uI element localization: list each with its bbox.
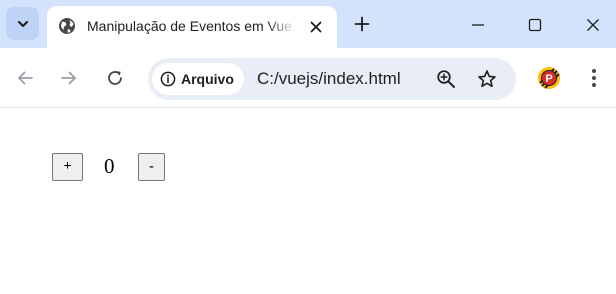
- plus-icon: [354, 16, 370, 32]
- maximize-icon: [528, 18, 542, 32]
- bookmark-button[interactable]: [475, 67, 499, 91]
- close-icon: [310, 21, 322, 33]
- site-info-chip[interactable]: Arquivo: [152, 63, 244, 95]
- url-text[interactable]: C:/vuejs/index.html: [257, 69, 401, 89]
- decrement-button[interactable]: -: [138, 153, 165, 181]
- address-bar[interactable]: Arquivo C:/vuejs/index.html: [148, 58, 516, 100]
- info-icon: [160, 71, 176, 87]
- tab-close-button[interactable]: [306, 17, 326, 37]
- page-content: + 0 -: [0, 109, 616, 294]
- browser-toolbar: Arquivo C:/vuejs/index.html P: [0, 48, 616, 108]
- minimize-button[interactable]: [463, 10, 493, 40]
- zoom-button[interactable]: [434, 67, 458, 91]
- star-icon: [478, 70, 496, 88]
- close-icon: [587, 19, 599, 31]
- increment-button[interactable]: +: [52, 153, 83, 181]
- extension-icon[interactable]: P: [537, 66, 561, 90]
- reload-button[interactable]: [103, 66, 127, 90]
- chevron-down-icon: [17, 20, 28, 27]
- maximize-button[interactable]: [520, 10, 550, 40]
- arrow-right-icon: [61, 71, 76, 85]
- new-tab-button[interactable]: [352, 14, 372, 34]
- more-vertical-icon: [592, 69, 596, 87]
- extension-badge-text: P: [545, 73, 552, 85]
- globe-icon: [59, 18, 75, 34]
- reload-icon: [108, 71, 122, 85]
- minimize-icon: [472, 24, 484, 26]
- zoom-in-icon: [437, 70, 455, 88]
- back-button[interactable]: [13, 66, 37, 90]
- security-label: Arquivo: [181, 71, 234, 87]
- tab-search-button[interactable]: [6, 7, 39, 40]
- browser-titlebar: Manipulação de Eventos em Vue.js: [0, 0, 616, 48]
- browser-menu-button[interactable]: [584, 66, 604, 90]
- close-window-button[interactable]: [578, 10, 608, 40]
- arrow-left-icon: [18, 71, 33, 85]
- browser-tab-active[interactable]: Manipulação de Eventos em Vue.js: [47, 6, 337, 48]
- tab-title: Manipulação de Eventos em Vue.js: [87, 18, 297, 34]
- counter-value: 0: [104, 154, 115, 178]
- forward-button[interactable]: [57, 66, 81, 90]
